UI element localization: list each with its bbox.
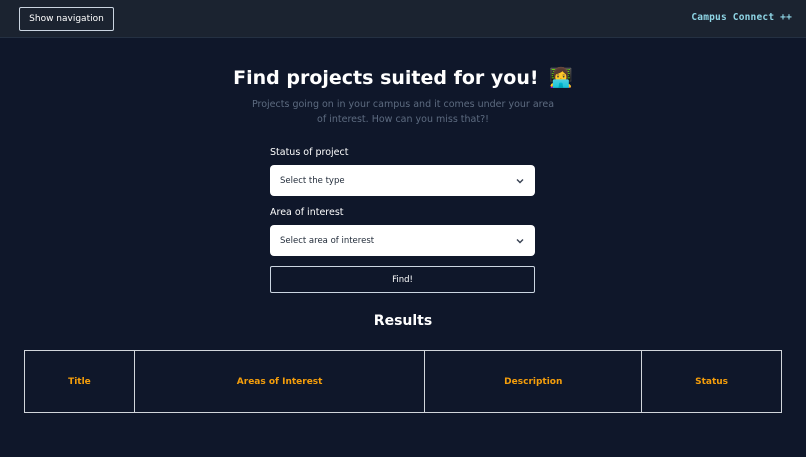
interest-label: Area of interest <box>270 207 344 218</box>
find-button[interactable]: Find! <box>270 266 535 293</box>
column-header-description: Description <box>424 350 643 413</box>
status-label: Status of project <box>270 147 349 158</box>
column-header-areas-of-interest: Areas of Interest <box>133 350 426 413</box>
results-heading: Results <box>373 313 433 329</box>
column-header-status: Status <box>641 350 782 413</box>
interest-select-value: Select area of interest <box>280 235 375 246</box>
table-header-row: Title Areas of Interest Description Stat… <box>24 350 782 413</box>
show-navigation-button[interactable]: Show navigation <box>19 7 114 31</box>
brand-logo[interactable]: Campus Connect ++ <box>691 12 792 23</box>
status-select[interactable]: Select the type <box>270 165 535 196</box>
top-bar: Show navigation Campus Connect ++ <box>0 0 806 38</box>
interest-select[interactable]: Select area of interest <box>270 225 535 256</box>
chevron-down-icon <box>516 178 524 183</box>
page-title-text: Find projects suited for you! <box>233 67 539 89</box>
chevron-down-icon <box>516 238 524 243</box>
page-title: Find projects suited for you! 👩‍💻 <box>0 66 806 89</box>
page-subtitle: Projects going on in your campus and it … <box>251 99 555 125</box>
column-header-title: Title <box>24 350 135 413</box>
technologist-emoji-icon: 👩‍💻 <box>549 67 573 89</box>
results-table: Title Areas of Interest Description Stat… <box>24 350 782 413</box>
status-select-value: Select the type <box>280 175 345 186</box>
